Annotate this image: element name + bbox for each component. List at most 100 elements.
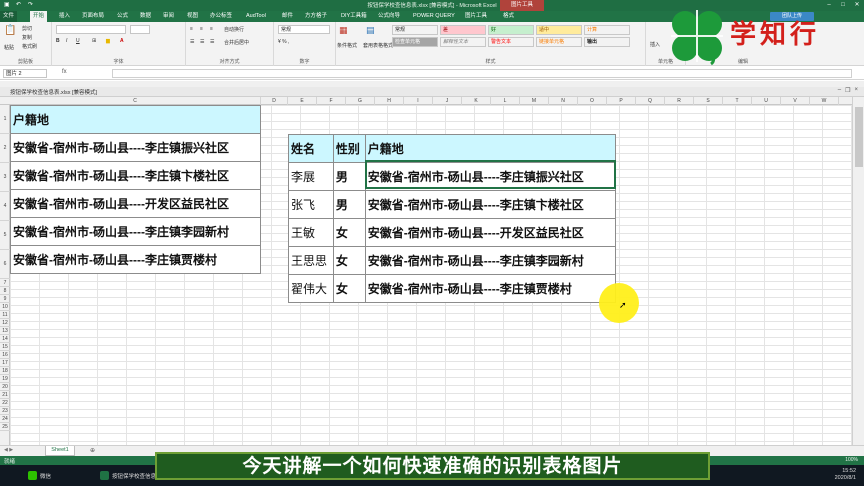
tab-view[interactable]: 视图 xyxy=(184,11,201,22)
address-cell[interactable]: 安徽省-宿州市-砀山县----李庄镇李园新村 xyxy=(364,246,617,275)
row-header[interactable]: 5 xyxy=(0,221,10,250)
column-header[interactable]: S xyxy=(694,97,723,105)
tab-formula-wizard[interactable]: 公式向导 xyxy=(375,11,403,22)
column-header[interactable]: I xyxy=(404,97,433,105)
align-middle-icon[interactable]: ≡ xyxy=(200,26,203,32)
tab-fangfang[interactable]: 方方格子 xyxy=(302,11,330,22)
format-painter-button[interactable]: 格式刷 xyxy=(22,43,37,50)
row-header[interactable]: 25 xyxy=(0,423,10,431)
scroll-thumb[interactable] xyxy=(855,107,863,167)
font-size-select[interactable] xyxy=(130,25,150,34)
tab-home[interactable]: 开始 xyxy=(30,11,48,22)
taskbar-item-wechat[interactable]: 微信 xyxy=(28,468,51,483)
vertical-scrollbar[interactable] xyxy=(852,97,864,445)
column-header[interactable]: D xyxy=(261,97,288,105)
column-header[interactable]: P xyxy=(607,97,636,105)
row-header[interactable]: 23 xyxy=(0,407,10,415)
row-header[interactable]: 9 xyxy=(0,295,10,303)
underline-icon[interactable]: U xyxy=(76,38,80,44)
row-header[interactable]: 15 xyxy=(0,343,10,351)
currency-icon[interactable]: ¥ % , xyxy=(278,39,289,45)
bold-icon[interactable]: B xyxy=(56,38,60,44)
row-header[interactable]: 10 xyxy=(0,303,10,311)
name-cell[interactable]: 王思思 xyxy=(288,246,334,275)
number-format-select[interactable]: 常规 xyxy=(278,25,330,34)
tab-format[interactable]: 格式 xyxy=(500,11,517,22)
font-name-select[interactable] xyxy=(56,25,126,34)
align-right-icon[interactable]: ☰ xyxy=(210,39,214,45)
style-explanatory[interactable]: 解释性文本 xyxy=(440,37,486,47)
gender-cell[interactable]: 男 xyxy=(332,190,366,219)
tab-diy-toolbox[interactable]: DIY工具箱 xyxy=(338,11,370,22)
style-check-cell[interactable]: 检查单元格 xyxy=(392,37,438,47)
column-header[interactable]: O xyxy=(578,97,607,105)
row-header[interactable]: 24 xyxy=(0,415,10,423)
taskbar-item-excel[interactable]: 按钮保学校查信息... xyxy=(100,468,161,483)
sheet-tab-sheet1[interactable]: Sheet1 xyxy=(45,446,75,456)
row-header[interactable]: 7 xyxy=(0,279,10,287)
column-header[interactable]: J xyxy=(433,97,462,105)
table-format-button[interactable]: 套用表格格式 xyxy=(363,42,393,49)
header-cell-address[interactable]: 户籍地 xyxy=(364,134,617,163)
cut-button[interactable]: 剪切 xyxy=(22,25,32,32)
header-cell-address[interactable]: 户籍地 xyxy=(10,105,261,134)
column-header[interactable]: H xyxy=(375,97,404,105)
column-header[interactable]: Q xyxy=(636,97,665,105)
conditional-format-icon[interactable]: ▦ xyxy=(339,25,348,36)
address-cell[interactable]: 安徽省-宿州市-砀山县----李庄镇卞楼社区 xyxy=(364,190,617,219)
zoom-level[interactable]: 100% xyxy=(845,457,858,463)
style-warning[interactable]: 警告文本 xyxy=(488,37,534,47)
row-header[interactable]: 8 xyxy=(0,287,10,295)
column-header[interactable]: U xyxy=(752,97,781,105)
row-header[interactable]: 16 xyxy=(0,351,10,359)
style-neutral[interactable]: 适中 xyxy=(536,25,582,35)
wrap-text-button[interactable]: 自动换行 xyxy=(224,26,244,33)
paste-icon[interactable]: 📋 xyxy=(4,25,16,36)
name-cell[interactable]: 翟伟大 xyxy=(288,274,334,303)
tab-office-tab[interactable]: 办公标签 xyxy=(207,11,235,22)
column-header[interactable]: R xyxy=(665,97,694,105)
row-header[interactable]: 11 xyxy=(0,311,10,319)
gender-cell[interactable]: 女 xyxy=(332,246,366,275)
workbook-restore-icon[interactable]: ❐ xyxy=(845,87,850,94)
paste-button[interactable]: 粘贴 xyxy=(4,44,14,51)
row-header[interactable]: 1 xyxy=(0,105,10,134)
row-header[interactable]: 17 xyxy=(0,359,10,367)
gender-cell[interactable]: 女 xyxy=(332,218,366,247)
tab-review[interactable]: 审阅 xyxy=(160,11,177,22)
table-format-icon[interactable]: ▤ xyxy=(366,25,375,36)
style-calculation[interactable]: 计算 xyxy=(584,25,630,35)
row-header[interactable]: 2 xyxy=(0,134,10,163)
fx-icon[interactable]: fx xyxy=(62,69,67,75)
row-header[interactable]: 6 xyxy=(0,250,10,279)
fill-color-icon[interactable]: ▆ xyxy=(106,38,110,44)
name-box[interactable]: 图片 2 xyxy=(3,69,47,78)
tab-power-query[interactable]: POWER QUERY xyxy=(410,11,458,22)
column-header[interactable]: V xyxy=(781,97,810,105)
column-header[interactable]: M xyxy=(520,97,549,105)
column-header[interactable]: T xyxy=(723,97,752,105)
gender-cell[interactable]: 男 xyxy=(332,162,366,191)
row-header[interactable]: 21 xyxy=(0,391,10,399)
style-output[interactable]: 输出 xyxy=(584,37,630,47)
row-header[interactable]: 19 xyxy=(0,375,10,383)
name-cell[interactable]: 王敏 xyxy=(288,218,334,247)
workbook-close-icon[interactable]: × xyxy=(854,87,858,94)
copy-button[interactable]: 复制 xyxy=(22,34,32,41)
name-cell[interactable]: 张飞 xyxy=(288,190,334,219)
align-top-icon[interactable]: ≡ xyxy=(190,26,193,32)
align-center-icon[interactable]: ☰ xyxy=(200,39,204,45)
tab-insert[interactable]: 插入 xyxy=(56,11,73,22)
formula-input[interactable] xyxy=(112,69,852,78)
border-icon[interactable]: ⊞ xyxy=(92,38,96,44)
column-header[interactable]: E xyxy=(288,97,317,105)
italic-icon[interactable]: I xyxy=(66,38,67,44)
tab-data[interactable]: 数据 xyxy=(137,11,154,22)
column-header[interactable]: G xyxy=(346,97,375,105)
row-header[interactable]: 18 xyxy=(0,367,10,375)
row-header[interactable]: 13 xyxy=(0,327,10,335)
row-header[interactable]: 22 xyxy=(0,399,10,407)
tab-picture-tools[interactable]: 图片工具 xyxy=(462,11,490,22)
style-linked-cell[interactable]: 链接单元格 xyxy=(536,37,582,47)
tab-formulas[interactable]: 公式 xyxy=(114,11,131,22)
